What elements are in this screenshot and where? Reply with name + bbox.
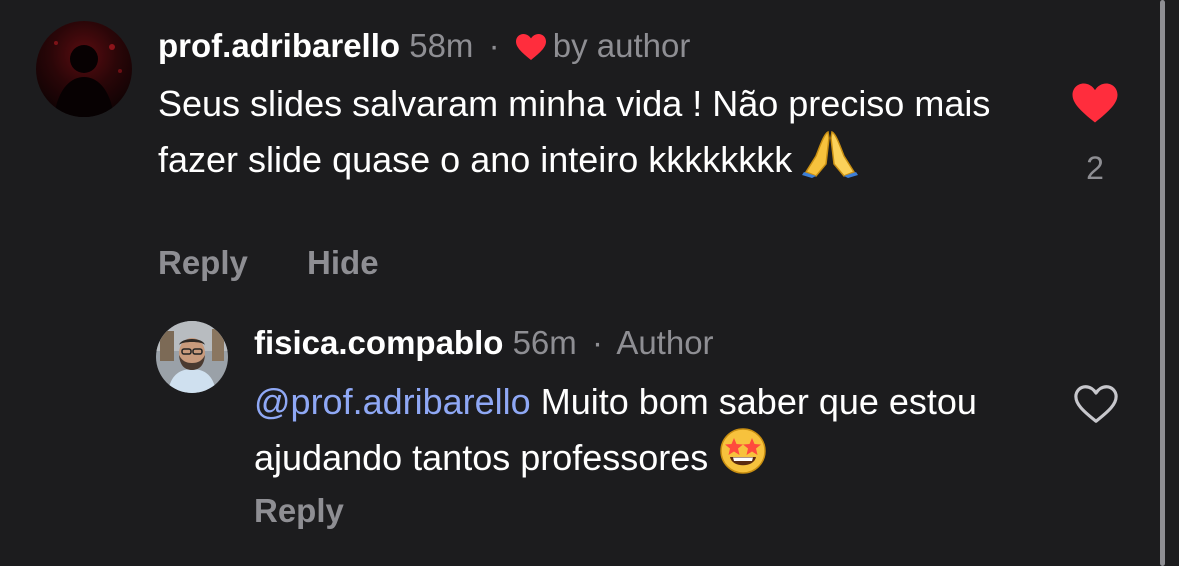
liked-by-author-label: by author (552, 27, 691, 64)
comment-text-content: Seus slides salvaram minha vida ! Não pr… (158, 83, 991, 180)
reply-button[interactable]: Reply (254, 492, 344, 529)
hide-button[interactable]: Hide (307, 244, 379, 281)
comment-time: 56m (512, 324, 577, 361)
comment-username[interactable]: prof.adribarello (158, 27, 400, 64)
separator-dot: · (488, 27, 500, 64)
folded-hands-emoji (802, 128, 859, 190)
like-button[interactable] (1071, 82, 1119, 129)
like-count: 2 (1086, 150, 1104, 186)
star-struck-emoji (718, 426, 768, 488)
author-badge: Author (616, 324, 714, 361)
avatar-image (36, 21, 132, 117)
like-button[interactable] (1073, 383, 1119, 430)
comment-time: 58m (409, 27, 474, 64)
scrollbar[interactable] (1160, 0, 1165, 566)
comment-actions: Reply Hide (158, 244, 429, 282)
avatar[interactable] (36, 21, 132, 117)
avatar[interactable] (156, 321, 228, 393)
avatar-image (156, 321, 228, 393)
comment-text: @prof.adribarello Muito bom saber que es… (254, 378, 1054, 488)
comment-username[interactable]: fisica.compablo (254, 324, 503, 361)
reply-button[interactable]: Reply (158, 244, 248, 281)
heart-icon (515, 34, 546, 60)
comment-actions: Reply (254, 492, 394, 530)
heart-filled-icon (1072, 83, 1118, 123)
mention-link[interactable]: @prof.adribarello (254, 381, 531, 422)
comment-text: Seus slides salvaram minha vida ! Não pr… (158, 80, 1028, 190)
separator-dot: · (591, 324, 603, 361)
heart-outline-icon (1074, 385, 1118, 423)
comment-meta: fisica.compablo 56m · Author (254, 323, 714, 363)
comment-meta: prof.adribarello 58m · by author (158, 26, 690, 66)
